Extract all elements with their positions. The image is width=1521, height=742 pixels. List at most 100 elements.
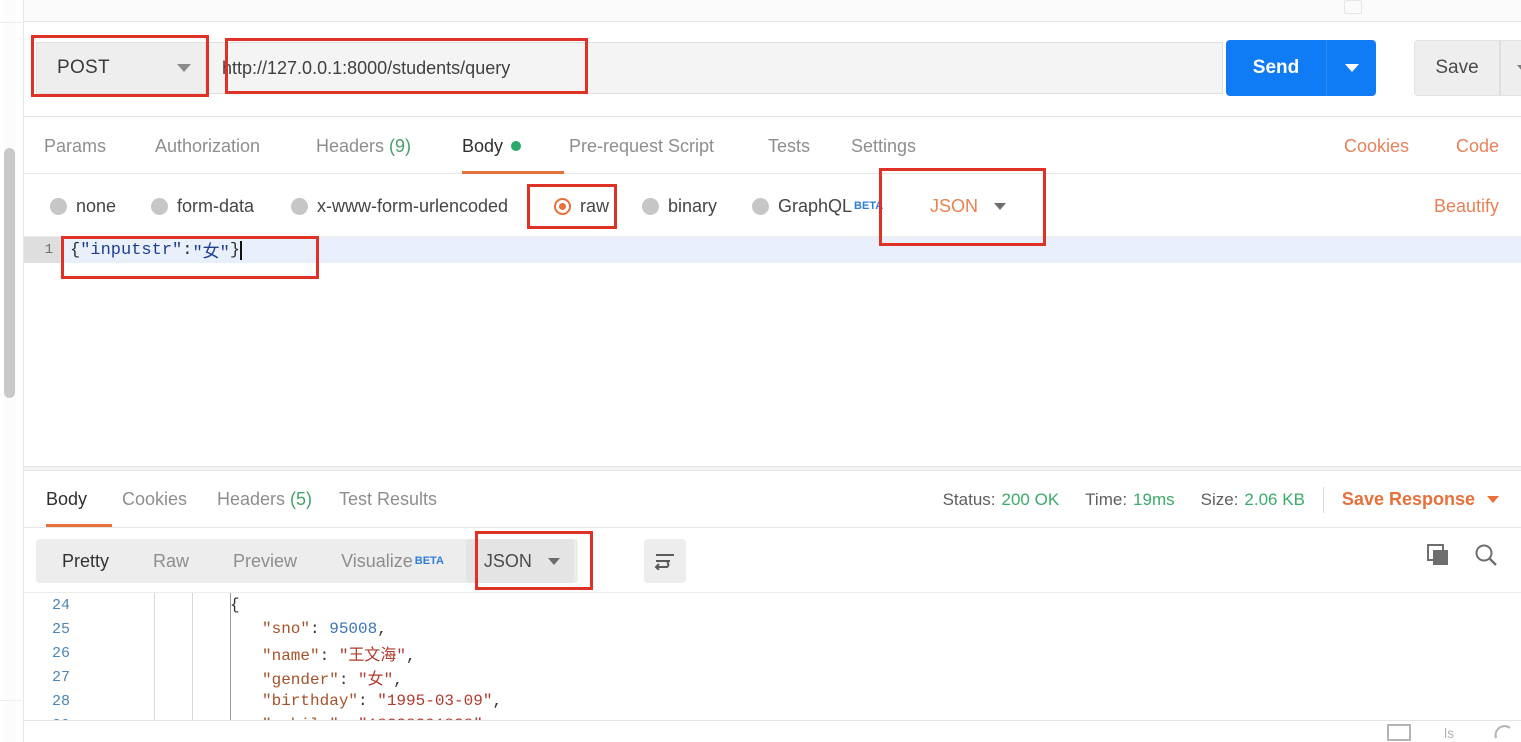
code-line: 28 "birthday": "1995-03-09", [24,689,1521,713]
time-value: 19ms [1133,489,1175,509]
radio-icon [752,197,769,215]
tab-label: Params [44,135,107,156]
save-options-button[interactable] [1500,40,1521,96]
tab-headers[interactable]: Headers (9) [316,118,411,174]
line-number: 28 [51,692,70,710]
code-text: "sno": 95008, [262,620,387,638]
tab-params[interactable]: Params [44,118,106,174]
tab-body[interactable]: Body [462,118,564,174]
response-tab-cookies[interactable]: Cookies [122,471,187,527]
save-response-button[interactable]: Save Response [1342,489,1499,510]
save-button[interactable]: Save [1414,40,1500,96]
body-type-graphql[interactable]: GraphQL BETA [752,189,883,223]
body-type-binary[interactable]: binary [642,189,717,223]
body-type-none[interactable]: none [50,189,116,223]
save-response-label: Save Response [1341,489,1475,509]
tab-label: Cookies [122,488,188,509]
active-line-highlight [24,237,1521,263]
response-body-code[interactable]: 24 {25 "sno": 95008, 26 "name": "王文海", 27 "gen… [24,592,1521,720]
chevron-down-icon [994,202,1007,210]
rail-divider [0,700,24,701]
tab-label: Authorization [155,135,261,156]
send-button[interactable]: Send [1226,40,1326,96]
code-line: 29"mobile": "18238391838", [24,713,1521,720]
response-tab-test-results[interactable]: Test Results [339,471,437,527]
code-link[interactable]: Code [1456,118,1499,174]
tab-label: Headers [217,488,286,509]
tab-label: Tests [768,135,811,156]
content-type-select[interactable]: JSON [930,189,1007,223]
view-mode-preview[interactable]: Preview [211,539,319,583]
code-token: 95008 [329,620,378,638]
code-token: "birthday" [262,692,359,710]
code-token: , [393,671,403,689]
editor-empty-area[interactable] [24,263,1521,467]
size-value: 2.06 KB [1244,489,1305,509]
code-token: "gender" [262,671,339,689]
time-badge: Time: 19ms [1085,490,1174,510]
code-text: { [230,596,240,614]
wrap-lines-button[interactable] [644,539,686,583]
request-tabs: Params Authorization Headers (9) Body Pr… [24,118,1521,174]
code-token: "name" [262,647,320,665]
view-mode-visualize[interactable]: Visualize BETA [319,539,466,583]
response-tabs: Body Cookies Headers (5) Test Results St… [24,471,1521,528]
radio-icon [50,197,67,215]
body-type-raw[interactable]: raw [554,189,609,223]
code-line: 24 { [24,593,1521,617]
send-options-button[interactable] [1326,40,1376,96]
tab-pre-request-script[interactable]: Pre-request Script [569,118,714,174]
view-mode-pretty[interactable]: Pretty [40,539,131,583]
status-value: 200 OK [1001,489,1060,509]
editor-line-number: 1 [24,237,60,263]
search-button[interactable] [1473,542,1499,573]
body-type-label: form-data [177,195,255,216]
editor-code-line[interactable]: {"inputstr": "女"} [70,237,243,263]
code-token: { [230,596,240,614]
code-line: 25 "sno": 95008, [24,617,1521,641]
body-type-urlencoded[interactable]: x-www-form-urlencoded [291,189,508,223]
tab-label: Body [462,135,504,156]
status-bar: ls [24,720,1521,742]
url-input[interactable]: http://127.0.0.1:8000/students/query [208,42,1223,94]
body-type-label: raw [580,195,610,216]
copy-button[interactable] [1425,542,1451,573]
scrollbar-thumb[interactable] [4,148,15,398]
tab-authorization[interactable]: Authorization [155,118,260,174]
beautify-button[interactable]: Beautify [1434,189,1499,223]
response-tab-headers[interactable]: Headers (5) [217,471,312,527]
help-icon[interactable] [1492,723,1516,741]
body-type-label: x-www-form-urlencoded [317,195,509,216]
status-label: Status: [942,489,996,509]
json-close-brace: } [229,240,241,260]
response-view-toolbar: Pretty Raw Preview Visualize BETA JSON [24,528,1521,592]
chevron-down-icon [1516,64,1521,72]
request-body-editor[interactable]: 1 {"inputstr": "女"} [24,236,1521,467]
bootcamp-icon[interactable] [1386,723,1412,741]
body-type-form-data[interactable]: form-data [151,189,254,223]
chevron-down-icon [1344,64,1359,72]
runner-icon[interactable]: ls [1442,723,1458,741]
http-method-label: POST [57,57,110,78]
response-tab-body[interactable]: Body [46,471,112,527]
code-token: , [377,620,387,638]
tab-tests[interactable]: Tests [768,118,810,174]
body-type-label: none [76,195,117,216]
response-actions [1425,542,1499,573]
code-token: "女" [358,671,394,689]
line-number: 26 [51,644,70,662]
cookies-link[interactable]: Cookies [1344,118,1409,174]
chevron-down-icon [1487,496,1499,503]
view-mode-raw[interactable]: Raw [131,539,211,583]
tab-count: (5) [290,488,313,509]
content-type-label: JSON [930,195,979,216]
code-token: "1995-03-09" [377,692,493,710]
response-format-label: JSON [483,550,532,571]
http-method-select[interactable]: POST [36,42,206,94]
response-format-select[interactable]: JSON [465,539,574,583]
time-label: Time: [1085,489,1128,509]
json-open-brace: { [70,240,81,260]
tab-settings[interactable]: Settings [851,118,916,174]
code-token: "王文海" [338,647,407,665]
response-meta: Status: 200 OK Time: 19ms Size: 2.06 KB … [917,471,1499,528]
